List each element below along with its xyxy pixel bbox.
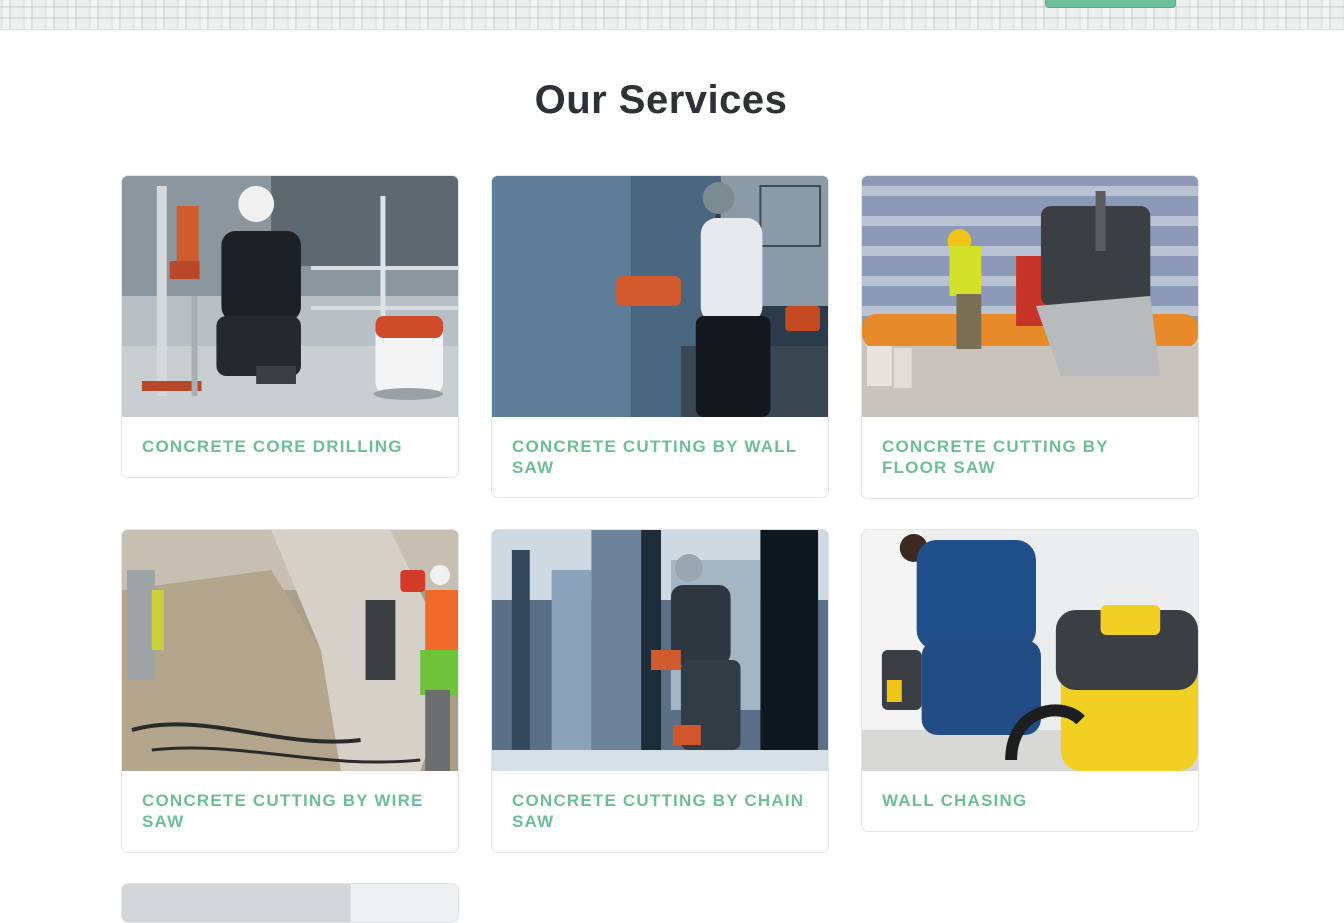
wall-saw-photo [492,176,828,417]
service-title[interactable]: WALL CHASING [862,771,1198,811]
service-card-partial[interactable] [121,883,459,923]
service-title[interactable]: CONCRETE CUTTING BY FLOOR SAW [862,417,1198,478]
chain-saw-photo [492,530,828,771]
banner-stripe [0,17,1344,19]
service-card-wire-saw[interactable]: CONCRETE CUTTING BY WIRE SAW [121,529,459,853]
service-title[interactable]: CONCRETE CORE DRILLING [122,417,458,457]
service-card-wall-saw[interactable]: CONCRETE CUTTING BY WALL SAW [491,175,829,498]
service-title[interactable]: CONCRETE CUTTING BY WIRE SAW [122,771,458,832]
wall-chasing-photo [862,530,1198,771]
service-card-chain-saw[interactable]: CONCRETE CUTTING BY CHAIN SAW [491,529,829,853]
service-card-floor-saw[interactable]: CONCRETE CUTTING BY FLOOR SAW [861,175,1199,499]
wire-saw-photo [122,530,458,771]
service-photo [122,884,458,922]
service-title[interactable]: CONCRETE CUTTING BY WALL SAW [492,417,828,478]
section-title: Our Services [534,78,788,122]
header-cta-button[interactable] [1045,0,1176,8]
floor-saw-photo [862,176,1198,417]
core-drilling-photo [122,176,458,417]
service-title[interactable]: CONCRETE CUTTING BY CHAIN SAW [492,771,828,832]
service-card-core-drilling[interactable]: CONCRETE CORE DRILLING [121,175,459,478]
service-card-wall-chasing[interactable]: WALL CHASING [861,529,1199,832]
